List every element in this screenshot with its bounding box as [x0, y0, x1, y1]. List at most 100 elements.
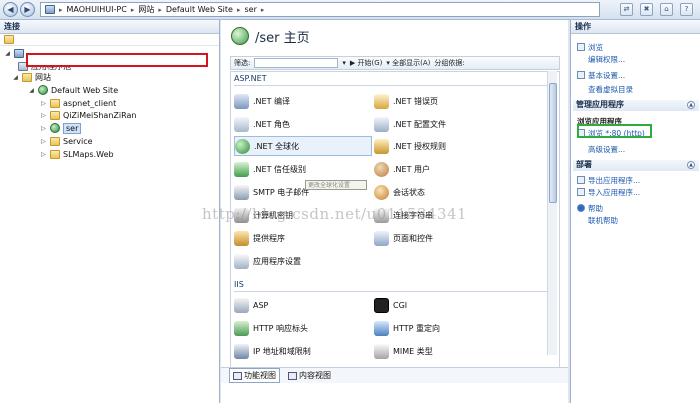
help-icon — [577, 204, 585, 212]
tab-features-view[interactable]: 功能视图 — [229, 368, 280, 383]
globe-icon — [38, 85, 48, 95]
tree-node-slmaps-web[interactable]: ▷ SLMaps.Web — [40, 148, 114, 160]
stop-icon[interactable]: ✖ — [640, 3, 653, 16]
tree-node-default-web-site[interactable]: ◢ Default Web Site — [28, 84, 118, 96]
globalization-tooltip: 更改全球化设置 — [305, 180, 367, 190]
breadcrumb[interactable]: ▸ MAOHUIHUI-PC ▸ 网站 ▸ Default Web Site ▸… — [40, 2, 600, 17]
feature-http-response-headers[interactable]: HTTP 响应标头 — [234, 318, 372, 338]
feature-http-redirect[interactable]: HTTP 重定向 — [374, 318, 512, 338]
explore-link[interactable]: 浏览 — [577, 42, 603, 52]
compile-icon — [234, 93, 249, 109]
sites-folder-icon — [22, 72, 32, 82]
tree-node-qizimeishanziran[interactable]: ▷ QiZiMeiShanZiRan — [40, 109, 136, 121]
feature-net-compilation[interactable]: .NET 编译 — [234, 91, 372, 111]
feature-net-users[interactable]: .NET 用户 — [374, 159, 512, 179]
server-icon — [14, 48, 24, 58]
breadcrumb-item-default-site[interactable]: Default Web Site — [166, 5, 233, 14]
expand-arrow-icon[interactable]: ▷ — [40, 125, 47, 132]
home-icon[interactable]: ⌂ — [660, 3, 673, 16]
filter-label: 筛选: — [234, 59, 251, 67]
feature-pages-controls[interactable]: 页面和控件 — [374, 228, 512, 248]
settings-list-icon — [234, 253, 249, 269]
response-headers-icon — [234, 320, 249, 336]
filter-input[interactable] — [254, 58, 339, 68]
features-list[interactable]: ASP.NET .NET 编译 .NET 错误页 .NET 角色 .NET 配置… — [230, 71, 560, 375]
address-bar: ◀ ▶ ▸ MAOHUIHUI-PC ▸ 网站 ▸ Default Web Si… — [0, 0, 700, 20]
collapse-arrow-icon[interactable]: ◢ — [12, 74, 19, 81]
filter-dropdown-icon[interactable]: ▾ — [342, 59, 346, 67]
start-filter-button[interactable]: ▶ 开始(G) — [350, 58, 383, 68]
feature-asp[interactable]: ASP — [234, 295, 372, 315]
basic-settings-link[interactable]: 基本设置... — [577, 70, 625, 80]
feature-session-state[interactable]: 会话状态 — [374, 182, 512, 202]
advanced-settings-link[interactable]: 高级设置... — [588, 144, 625, 154]
cgi-icon — [374, 297, 389, 313]
collapse-arrow-icon[interactable]: ◢ — [28, 87, 35, 94]
expand-arrow-icon[interactable]: ▷ — [40, 112, 47, 119]
manage-app-section: 管理应用程序 ▲ — [573, 100, 699, 111]
actions-pane: 操作 浏览 编辑权限... 基本设置... 查看虚拟目录 管理应用程序 ▲ 浏览… — [570, 20, 700, 403]
watermark-text: http://blog.csdn.net/u011534341 — [202, 205, 468, 223]
feature-cgi[interactable]: CGI — [374, 295, 512, 315]
server-icon — [45, 5, 55, 14]
feature-app-settings[interactable]: 应用程序设置 — [234, 251, 372, 271]
online-help-link[interactable]: 联机帮助 — [588, 215, 618, 225]
help-icon[interactable]: ? — [680, 3, 693, 16]
feature-ip-domain-restrictions[interactable]: IP 地址和域限制 — [234, 341, 372, 361]
collapse-icon[interactable]: ▲ — [687, 101, 695, 109]
tree-node-aspnet-client[interactable]: ▷ aspnet_client — [40, 97, 116, 109]
connect-icon[interactable]: ⇄ — [620, 3, 633, 16]
features-scrollbar[interactable] — [547, 71, 557, 355]
import-app-link[interactable]: 导入应用程序... — [577, 187, 640, 197]
expand-arrow-icon[interactable]: ▷ — [40, 151, 47, 158]
new-connection-icon[interactable] — [4, 35, 14, 44]
content-view-icon — [288, 371, 297, 380]
group-by-dropdown[interactable]: 分组依据: — [434, 58, 464, 68]
breadcrumb-item-server[interactable]: MAOHUIHUI-PC — [67, 5, 127, 14]
globe-icon — [231, 27, 249, 45]
tree-node-ser[interactable]: ▷ ser — [40, 122, 82, 134]
feature-net-error-pages[interactable]: .NET 错误页 — [374, 91, 512, 111]
connections-pane: 连接 ◢ 应用程序池 ◢ 网站 ◢ Default Web Site ▷ asp… — [0, 20, 220, 403]
back-arrow-icon[interactable]: ◀ — [3, 2, 18, 17]
asp-icon — [234, 297, 249, 313]
export-icon — [577, 176, 585, 184]
scrollbar-thumb[interactable] — [549, 83, 557, 203]
tree-node-service[interactable]: ▷ Service — [40, 135, 93, 147]
collapse-arrow-icon[interactable]: ◢ — [4, 50, 11, 57]
feature-net-trust-levels[interactable]: .NET 信任级别 — [234, 159, 372, 179]
breadcrumb-item-ser[interactable]: ser — [244, 5, 256, 14]
email-icon — [234, 184, 249, 200]
breadcrumb-item-sites[interactable]: 网站 — [138, 4, 154, 15]
view-virtual-dirs-link[interactable]: 查看虚拟目录 — [588, 84, 633, 94]
redacted-server-name — [26, 53, 208, 67]
feature-mime-types[interactable]: MIME 类型 — [374, 341, 512, 361]
expand-arrow-icon[interactable]: ▷ — [40, 100, 47, 107]
show-all-button[interactable]: ▾ 全部显示(A) — [386, 58, 430, 68]
ip-restriction-icon — [234, 343, 249, 359]
group-header-iis: IIS — [234, 280, 550, 292]
feature-net-profile[interactable]: .NET 配置文件 — [374, 114, 512, 134]
collapse-icon[interactable]: ▲ — [687, 161, 695, 169]
feature-providers[interactable]: 提供程序 — [234, 228, 372, 248]
pages-icon — [374, 230, 389, 246]
feature-net-roles[interactable]: .NET 角色 — [234, 114, 372, 134]
tree-node-ser-label: ser — [63, 122, 82, 134]
forward-arrow-icon[interactable]: ▶ — [20, 2, 35, 17]
globe-icon — [50, 123, 60, 133]
feature-net-authorization[interactable]: .NET 授权规则 — [374, 136, 512, 156]
help-link[interactable]: 帮助 — [577, 203, 603, 213]
deploy-section: 部署 ▲ — [573, 160, 699, 171]
expand-arrow-icon[interactable]: ▷ — [40, 138, 47, 145]
folder-icon — [50, 149, 60, 159]
actions-header: 操作 — [571, 20, 700, 34]
export-app-link[interactable]: 导出应用程序... — [577, 175, 640, 185]
tree-node-server[interactable]: ◢ — [4, 47, 27, 59]
connections-header: 连接 — [0, 20, 219, 34]
feature-net-globalization[interactable]: .NET 全球化 — [234, 136, 372, 156]
edit-permissions-link[interactable]: 编辑权限... — [588, 54, 625, 64]
tree-node-sites[interactable]: ◢ 网站 — [12, 71, 51, 83]
tab-content-view[interactable]: 内容视图 — [284, 368, 335, 383]
features-view-icon — [233, 371, 242, 380]
globe-icon — [235, 138, 250, 154]
